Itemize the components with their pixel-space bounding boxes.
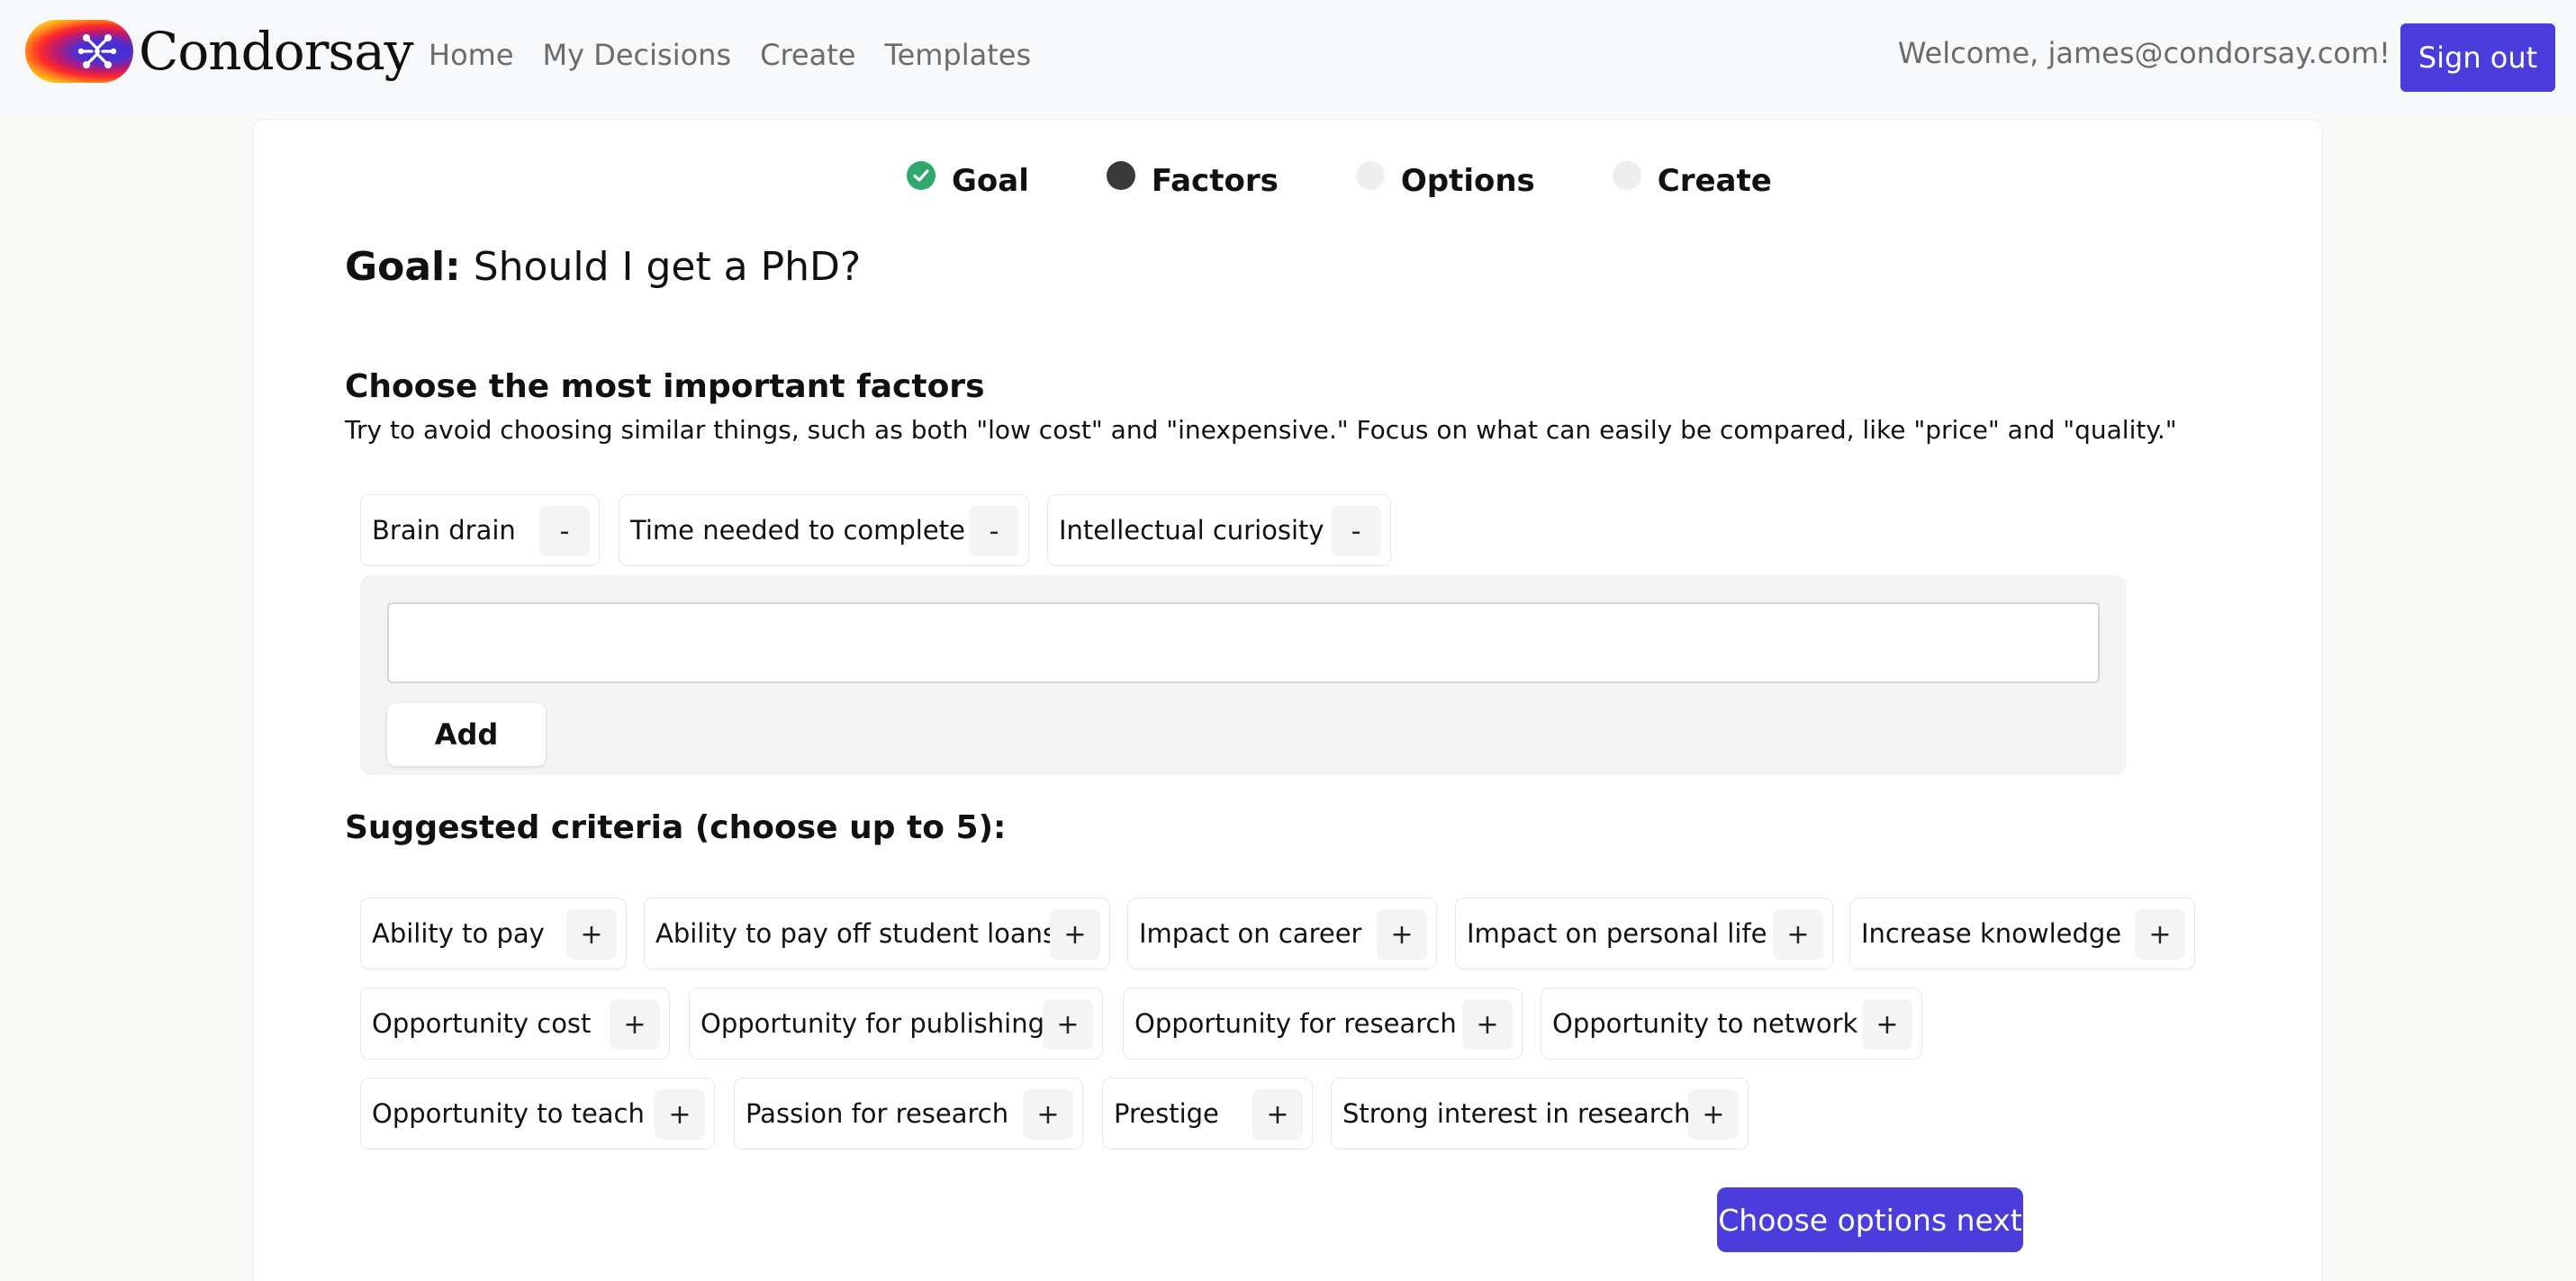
criterion-label: Opportunity to teach [372,1098,645,1129]
goal-prefix: Goal: [345,244,461,290]
selected-factor-chip: Time needed to complete - [619,494,1029,566]
add-factor-panel: Add [360,575,2127,775]
add-criterion-button[interactable]: + [655,1089,705,1140]
step-create[interactable]: Create [1612,161,1772,199]
criterion-label: Ability to pay off student loans [655,918,1057,949]
factors-title: Choose the most important factors [345,368,985,405]
suggested-criterion-chip: Ability to pay + [360,898,627,970]
add-criterion-button[interactable]: + [1043,999,1093,1050]
condorsay-logo-icon [25,20,133,83]
top-navbar: Condorsay Home My Decisions Create Templ… [0,0,2576,115]
new-factor-input[interactable] [387,602,2100,683]
criterion-label: Passion for research [746,1098,1009,1129]
suggested-criterion-chip: Opportunity cost + [360,988,670,1060]
factor-label: Brain drain [372,515,516,546]
selected-factor-chip: Brain drain - [360,494,600,566]
factor-label: Intellectual curiosity [1059,515,1324,546]
factor-label: Time needed to complete [630,515,965,546]
suggested-criterion-chip: Opportunity to network + [1541,988,1922,1060]
add-criterion-button[interactable]: + [1773,909,1823,960]
welcome-text: Welcome, james@condorsay.com! [1897,36,2391,70]
criterion-label: Increase knowledge [1861,918,2122,949]
factors-card: Goal Factors Options Create Goal: Should… [252,119,2323,1281]
step-label: Options [1400,163,1535,199]
add-criterion-button[interactable]: + [2135,909,2185,960]
suggested-criterion-chip: Ability to pay off student loans + [644,898,1110,970]
step-factors[interactable]: Factors [1106,161,1279,199]
add-criterion-button[interactable]: + [1050,909,1100,960]
criterion-label: Opportunity cost [372,1008,592,1039]
step-label: Goal [952,163,1029,199]
add-criterion-button[interactable]: + [1023,1089,1073,1140]
add-criterion-button[interactable]: + [1688,1089,1739,1140]
add-factor-button[interactable]: Add [387,703,546,766]
nav-create-link[interactable]: Create [760,38,855,72]
criterion-label: Opportunity for research [1134,1008,1457,1039]
step-goal[interactable]: Goal [907,161,1029,199]
remove-factor-button[interactable]: - [1331,506,1381,556]
step-label: Create [1657,163,1772,199]
criterion-label: Impact on career [1139,918,1362,949]
criterion-label: Ability to pay [372,918,545,949]
pending-step-dot-icon [1612,161,1641,190]
nav-templates-link[interactable]: Templates [884,38,1031,72]
suggested-criterion-chip: Opportunity to teach + [360,1078,715,1150]
brand-name: Condorsay [139,21,414,82]
add-criterion-button[interactable]: + [1377,909,1427,960]
criterion-label: Opportunity for publishing [700,1008,1044,1039]
nav-my-decisions-link[interactable]: My Decisions [543,38,732,72]
step-options[interactable]: Options [1355,161,1535,199]
remove-factor-button[interactable]: - [539,506,590,556]
nav-links: Home My Decisions Create Templates [429,38,1031,72]
add-criterion-button[interactable]: + [1862,999,1912,1050]
current-step-dot-icon [1106,161,1135,190]
criterion-label: Opportunity to network [1552,1008,1858,1039]
check-circle-icon [907,161,935,190]
criterion-label: Prestige [1114,1098,1219,1129]
brand-logo[interactable]: Condorsay [25,20,414,83]
factors-hint: Try to avoid choosing similar things, su… [345,415,2177,445]
suggested-criterion-chip: Opportunity for publishing + [689,988,1103,1060]
choose-options-next-button[interactable]: Choose options next [1717,1187,2023,1252]
suggested-criterion-chip: Increase knowledge + [1849,898,2195,970]
suggested-criterion-chip: Impact on personal life + [1455,898,1833,970]
goal-text: Should I get a PhD? [473,244,862,290]
nav-home-link[interactable]: Home [429,38,514,72]
progress-steps: Goal Factors Options Create [907,161,1772,199]
add-criterion-button[interactable]: + [610,999,660,1050]
criterion-label: Impact on personal life [1467,918,1767,949]
remove-factor-button[interactable]: - [969,506,1019,556]
suggested-criterion-chip: Opportunity for research + [1123,988,1523,1060]
pending-step-dot-icon [1355,161,1385,190]
suggested-criterion-chip: Strong interest in research + [1331,1078,1749,1150]
suggested-criterion-chip: Impact on career + [1127,898,1437,970]
add-criterion-button[interactable]: + [566,909,617,960]
step-label: Factors [1151,163,1279,199]
criterion-label: Strong interest in research [1342,1098,1691,1129]
suggested-criterion-chip: Prestige + [1102,1078,1313,1150]
goal-heading: Goal: Should I get a PhD? [345,244,861,290]
selected-factor-chip: Intellectual curiosity - [1047,494,1391,566]
suggested-criterion-chip: Passion for research + [734,1078,1083,1150]
add-criterion-button[interactable]: + [1252,1089,1303,1140]
add-criterion-button[interactable]: + [1462,999,1513,1050]
sign-out-button[interactable]: Sign out [2400,23,2555,92]
suggested-title: Suggested criteria (choose up to 5): [345,809,1007,846]
